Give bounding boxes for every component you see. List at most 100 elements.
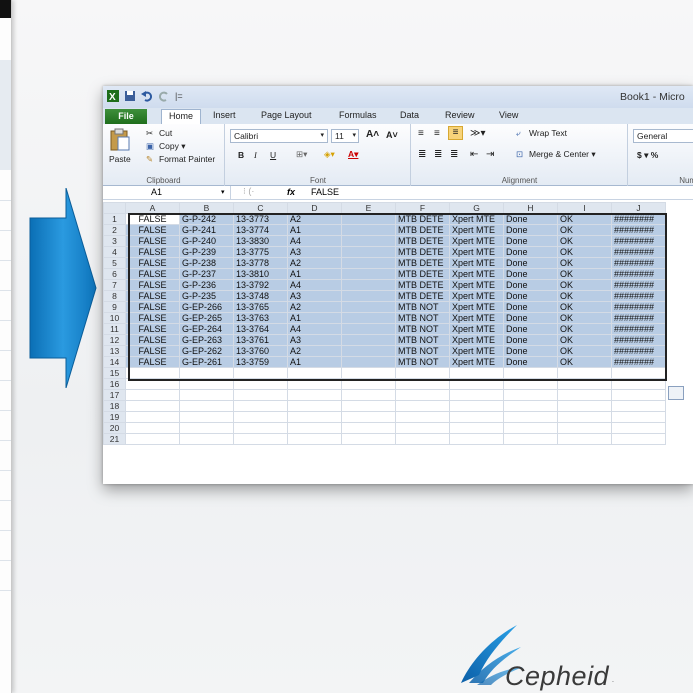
cell[interactable]: ######## bbox=[611, 334, 666, 346]
tab-formulas[interactable]: Formulas bbox=[339, 110, 377, 120]
cell[interactable] bbox=[341, 290, 396, 302]
column-header[interactable]: G bbox=[449, 202, 504, 214]
cell[interactable]: Xpert MTE bbox=[449, 345, 504, 357]
row-header[interactable]: 16 bbox=[103, 378, 126, 390]
cell[interactable] bbox=[341, 224, 396, 236]
row-header[interactable]: 19 bbox=[103, 411, 126, 423]
cell[interactable] bbox=[125, 433, 180, 445]
customize-toolbar-icon[interactable]: |= bbox=[175, 91, 183, 101]
cell[interactable] bbox=[179, 422, 234, 434]
paste-options-icon[interactable] bbox=[668, 386, 684, 400]
orientation-icon[interactable]: ≫▾ bbox=[470, 128, 486, 139]
cell[interactable] bbox=[503, 433, 558, 445]
column-header[interactable]: B bbox=[179, 202, 234, 214]
cell[interactable]: OK bbox=[557, 334, 612, 346]
cell[interactable] bbox=[125, 389, 180, 401]
cell[interactable]: ######## bbox=[611, 323, 666, 335]
cell[interactable] bbox=[341, 213, 396, 225]
cell[interactable]: OK bbox=[557, 246, 612, 258]
cell[interactable]: G-EP-263 bbox=[179, 334, 234, 346]
cell[interactable]: G-P-237 bbox=[179, 268, 234, 280]
cell[interactable]: OK bbox=[557, 323, 612, 335]
column-header[interactable]: J bbox=[611, 202, 666, 214]
cell[interactable]: G-EP-261 bbox=[179, 356, 234, 368]
cell[interactable]: FALSE bbox=[125, 213, 180, 225]
copy-icon[interactable]: ▣ bbox=[146, 141, 154, 152]
cell[interactable]: ######## bbox=[611, 213, 666, 225]
cell[interactable] bbox=[557, 433, 612, 445]
cell[interactable]: FALSE bbox=[125, 224, 180, 236]
cell[interactable]: FALSE bbox=[125, 257, 180, 269]
cell[interactable] bbox=[179, 367, 234, 379]
cell[interactable]: ######## bbox=[611, 224, 666, 236]
cell[interactable] bbox=[341, 323, 396, 335]
cell[interactable] bbox=[557, 400, 612, 412]
cell[interactable]: FALSE bbox=[125, 312, 180, 324]
cell[interactable] bbox=[233, 422, 288, 434]
cell[interactable] bbox=[341, 312, 396, 324]
cell[interactable]: Done bbox=[503, 345, 558, 357]
cell[interactable]: Done bbox=[503, 257, 558, 269]
shrink-font-icon[interactable]: A˅ bbox=[386, 130, 398, 140]
row-header[interactable]: 6 bbox=[103, 268, 126, 280]
column-header[interactable]: I bbox=[557, 202, 612, 214]
cell[interactable]: A1 bbox=[287, 356, 342, 368]
cell[interactable] bbox=[503, 422, 558, 434]
cell[interactable]: Xpert MTE bbox=[449, 224, 504, 236]
cell[interactable]: FALSE bbox=[125, 356, 180, 368]
cell[interactable]: FALSE bbox=[125, 268, 180, 280]
cell[interactable]: MTB DETE bbox=[395, 279, 450, 291]
cell[interactable] bbox=[341, 411, 396, 423]
cell[interactable] bbox=[341, 378, 396, 390]
cell[interactable] bbox=[341, 433, 396, 445]
cell[interactable]: ######## bbox=[611, 312, 666, 324]
accounting-format-button[interactable]: $ ▾ % bbox=[637, 150, 658, 161]
cell[interactable] bbox=[557, 378, 612, 390]
cell[interactable]: ######## bbox=[611, 257, 666, 269]
row-header[interactable]: 21 bbox=[103, 433, 126, 445]
cell[interactable]: 13-3810 bbox=[233, 268, 288, 280]
cell[interactable]: ######## bbox=[611, 246, 666, 258]
italic-button[interactable]: I bbox=[254, 150, 257, 160]
cell[interactable]: ######## bbox=[611, 279, 666, 291]
cell[interactable]: 13-3773 bbox=[233, 213, 288, 225]
align-bottom-icon[interactable]: ≡ bbox=[448, 126, 463, 140]
cell[interactable] bbox=[557, 422, 612, 434]
column-header[interactable]: H bbox=[503, 202, 558, 214]
save-icon[interactable] bbox=[124, 90, 136, 102]
redo-icon[interactable] bbox=[158, 90, 170, 102]
cell[interactable]: G-P-236 bbox=[179, 279, 234, 291]
cell[interactable] bbox=[449, 411, 504, 423]
cell[interactable]: 13-3778 bbox=[233, 257, 288, 269]
row-header[interactable]: 4 bbox=[103, 246, 126, 258]
cell[interactable]: OK bbox=[557, 290, 612, 302]
grow-font-icon[interactable]: A˄ bbox=[366, 129, 379, 140]
row-header[interactable]: 12 bbox=[103, 334, 126, 346]
cell[interactable]: G-EP-266 bbox=[179, 301, 234, 313]
name-box[interactable]: A1 ▾ bbox=[103, 186, 231, 200]
cut-icon[interactable]: ✂ bbox=[146, 128, 153, 139]
number-format-select[interactable]: General bbox=[633, 129, 693, 143]
cell[interactable] bbox=[557, 367, 612, 379]
paste-label[interactable]: Paste bbox=[109, 154, 131, 164]
cell[interactable]: MTB DETE bbox=[395, 213, 450, 225]
cell[interactable]: ######## bbox=[611, 345, 666, 357]
row-header[interactable]: 7 bbox=[103, 279, 126, 291]
increase-indent-icon[interactable]: ⇥ bbox=[486, 149, 494, 160]
cell[interactable]: MTB DETE bbox=[395, 224, 450, 236]
cell[interactable]: OK bbox=[557, 257, 612, 269]
cell[interactable]: Xpert MTE bbox=[449, 356, 504, 368]
cell[interactable] bbox=[341, 334, 396, 346]
fill-color-icon[interactable]: ◈▾ bbox=[324, 149, 335, 160]
cell[interactable]: MTB NOT bbox=[395, 301, 450, 313]
spreadsheet-grid[interactable]: A B C D E F G H I J 1 FALSE G-P-242 13-3773… bbox=[103, 202, 666, 445]
cell[interactable]: OK bbox=[557, 356, 612, 368]
cell[interactable] bbox=[125, 378, 180, 390]
cell[interactable]: A4 bbox=[287, 235, 342, 247]
cell[interactable]: Done bbox=[503, 323, 558, 335]
cell[interactable]: Done bbox=[503, 246, 558, 258]
row-header[interactable]: 3 bbox=[103, 235, 126, 247]
cell[interactable] bbox=[287, 400, 342, 412]
wrap-text-button[interactable]: Wrap Text bbox=[529, 128, 567, 138]
cell[interactable] bbox=[287, 411, 342, 423]
